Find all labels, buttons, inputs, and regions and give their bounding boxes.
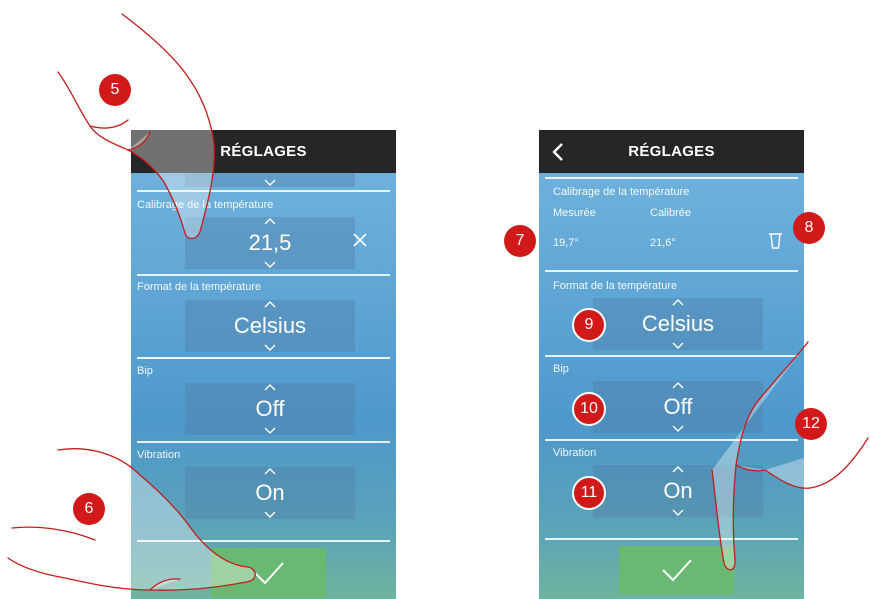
callout-badge: 7 [504,225,536,257]
callout-badge: 6 [73,493,105,525]
callout-badge: 11 [572,476,606,510]
callout-badge: 9 [572,308,606,342]
callout-badge: 10 [572,392,606,426]
callout-badge: 12 [795,408,827,440]
callout-badge: 8 [793,212,825,244]
callout-badge: 5 [99,74,131,106]
